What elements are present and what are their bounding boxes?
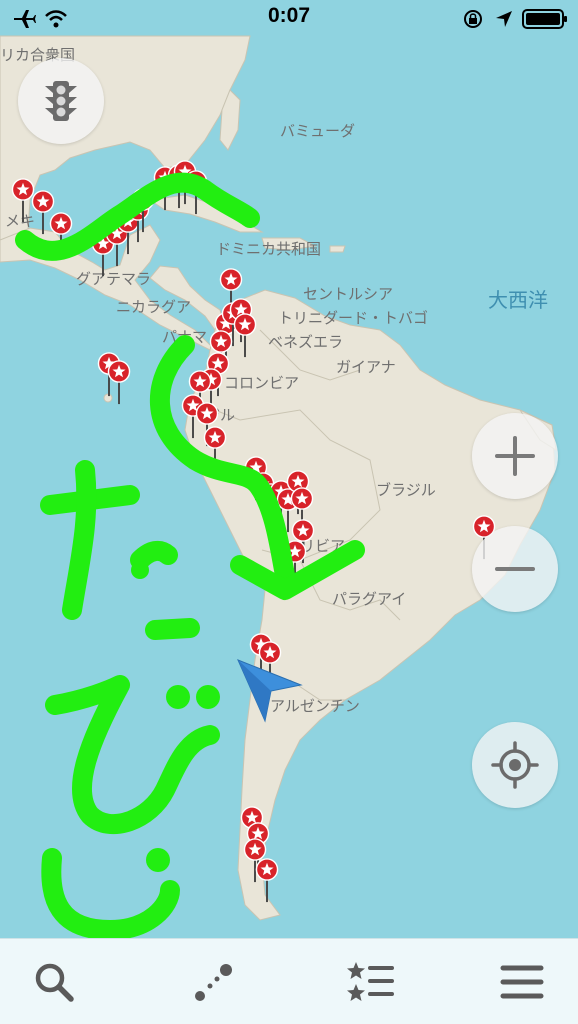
traffic-light-icon — [45, 81, 77, 121]
menu-button[interactable] — [494, 957, 550, 1007]
bottom-toolbar — [0, 938, 578, 1024]
route-button[interactable] — [184, 957, 240, 1007]
location-arrow-icon — [496, 11, 512, 27]
zoom-out-button[interactable] — [472, 526, 558, 612]
search-icon — [35, 963, 74, 1002]
route-icon — [195, 964, 232, 1001]
minus-icon — [495, 567, 535, 571]
status-bar: 0:07 — [0, 0, 578, 38]
plus-icon — [495, 436, 535, 476]
battery-icon — [522, 9, 567, 29]
zoom-in-button[interactable] — [472, 413, 558, 499]
crosshair-icon — [491, 741, 539, 789]
bookmarks-button[interactable] — [342, 957, 398, 1007]
current-location-arrow-icon — [237, 659, 303, 723]
orientation-lock-icon — [464, 10, 482, 28]
status-time: 0:07 — [267, 4, 311, 27]
bookmarks-icon — [347, 962, 394, 1001]
menu-icon — [500, 965, 544, 999]
screen: リカ合衆国 バミューダ ドミニカ共和国 セントルシア トリニダード・トバゴ ベネ… — [0, 0, 578, 1024]
search-button[interactable] — [26, 957, 82, 1007]
traffic-button[interactable] — [18, 58, 104, 144]
my-location-button[interactable] — [472, 722, 558, 808]
